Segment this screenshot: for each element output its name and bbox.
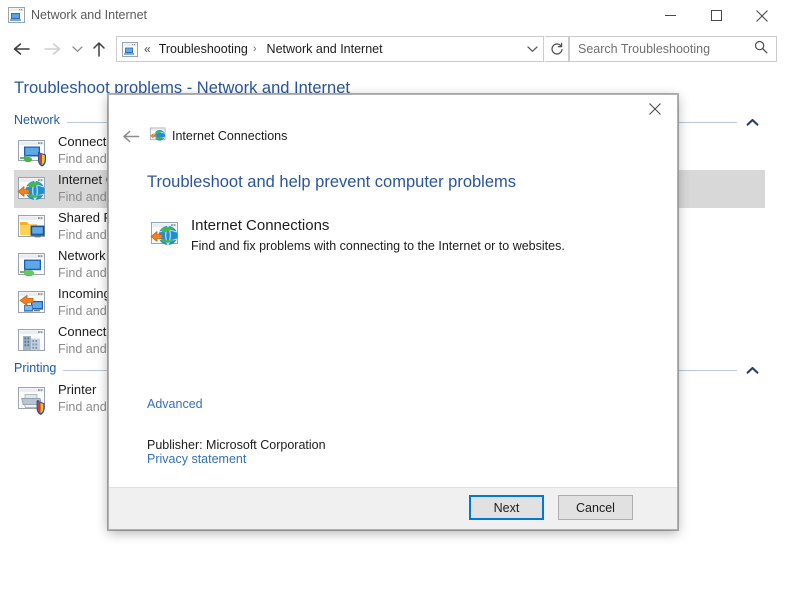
group-label-network: Network xyxy=(14,113,67,127)
list-item-title: Printer xyxy=(58,382,97,397)
list-item-title: Incoming xyxy=(58,286,111,301)
dialog-back-button[interactable] xyxy=(117,125,145,147)
minimize-button[interactable] xyxy=(647,0,693,31)
chevron-up-icon[interactable] xyxy=(746,115,759,133)
chevron-up-icon[interactable] xyxy=(746,363,759,381)
network-adapter-icon xyxy=(16,250,48,282)
cancel-button[interactable]: Cancel xyxy=(558,495,633,520)
next-button[interactable]: Next xyxy=(469,495,544,520)
dialog-item-description: Find and fix problems with connecting to… xyxy=(191,239,565,253)
maximize-button[interactable] xyxy=(693,0,739,31)
troubleshooter-dialog: Internet Connections Troubleshoot and he… xyxy=(108,94,678,530)
internet-globe-icon xyxy=(149,126,167,144)
close-button[interactable] xyxy=(739,0,785,31)
back-button[interactable] xyxy=(8,36,34,62)
refresh-button[interactable] xyxy=(545,36,569,62)
window-title: Network and Internet xyxy=(31,8,148,22)
dialog-item-title: Internet Connections xyxy=(191,217,330,234)
search-input[interactable]: Search Troubleshooting xyxy=(569,36,777,62)
breadcrumb-troubleshooting[interactable]: Troubleshooting xyxy=(156,42,251,56)
internet-globe-icon xyxy=(149,219,181,251)
search-placeholder: Search Troubleshooting xyxy=(578,42,711,56)
recent-locations-chevron-icon[interactable] xyxy=(68,36,86,62)
address-dropdown-icon[interactable] xyxy=(521,37,543,61)
dialog-close-button[interactable] xyxy=(633,95,677,123)
network-window-icon xyxy=(8,7,25,23)
dialog-header-title: Internet Connections xyxy=(172,129,288,143)
publisher-label: Publisher: Microsoft Corporation xyxy=(147,438,326,452)
privacy-statement-link[interactable]: Privacy statement xyxy=(147,452,246,466)
printer-shield-icon xyxy=(16,384,48,416)
forward-button xyxy=(39,36,65,62)
search-icon[interactable] xyxy=(754,40,768,59)
breadcrumb-separator-icon[interactable]: › xyxy=(253,43,257,55)
up-button[interactable] xyxy=(88,36,110,62)
dialog-heading: Troubleshoot and help prevent computer p… xyxy=(147,173,517,191)
control-panel-icon xyxy=(122,41,138,57)
breadcrumb-network-and-internet[interactable]: Network and Internet xyxy=(264,42,386,56)
title-bar: Network and Internet xyxy=(0,0,785,31)
incoming-connections-icon xyxy=(16,288,48,320)
internet-globe-icon xyxy=(16,174,48,206)
dialog-footer: Next Cancel xyxy=(109,487,677,529)
address-bar[interactable]: « Troubleshooting › Network and Internet xyxy=(116,36,544,62)
group-label-printing: Printing xyxy=(14,361,64,375)
network-shield-icon xyxy=(16,136,48,168)
advanced-link[interactable]: Advanced xyxy=(147,397,203,411)
address-overflow-icon[interactable]: « xyxy=(144,42,151,56)
list-item-title: Internet C xyxy=(58,172,116,187)
explorer-window: Network and Internet « Troubleshooting ›… xyxy=(0,0,785,592)
workplace-connection-icon xyxy=(16,326,48,358)
shared-folder-icon xyxy=(16,212,48,244)
